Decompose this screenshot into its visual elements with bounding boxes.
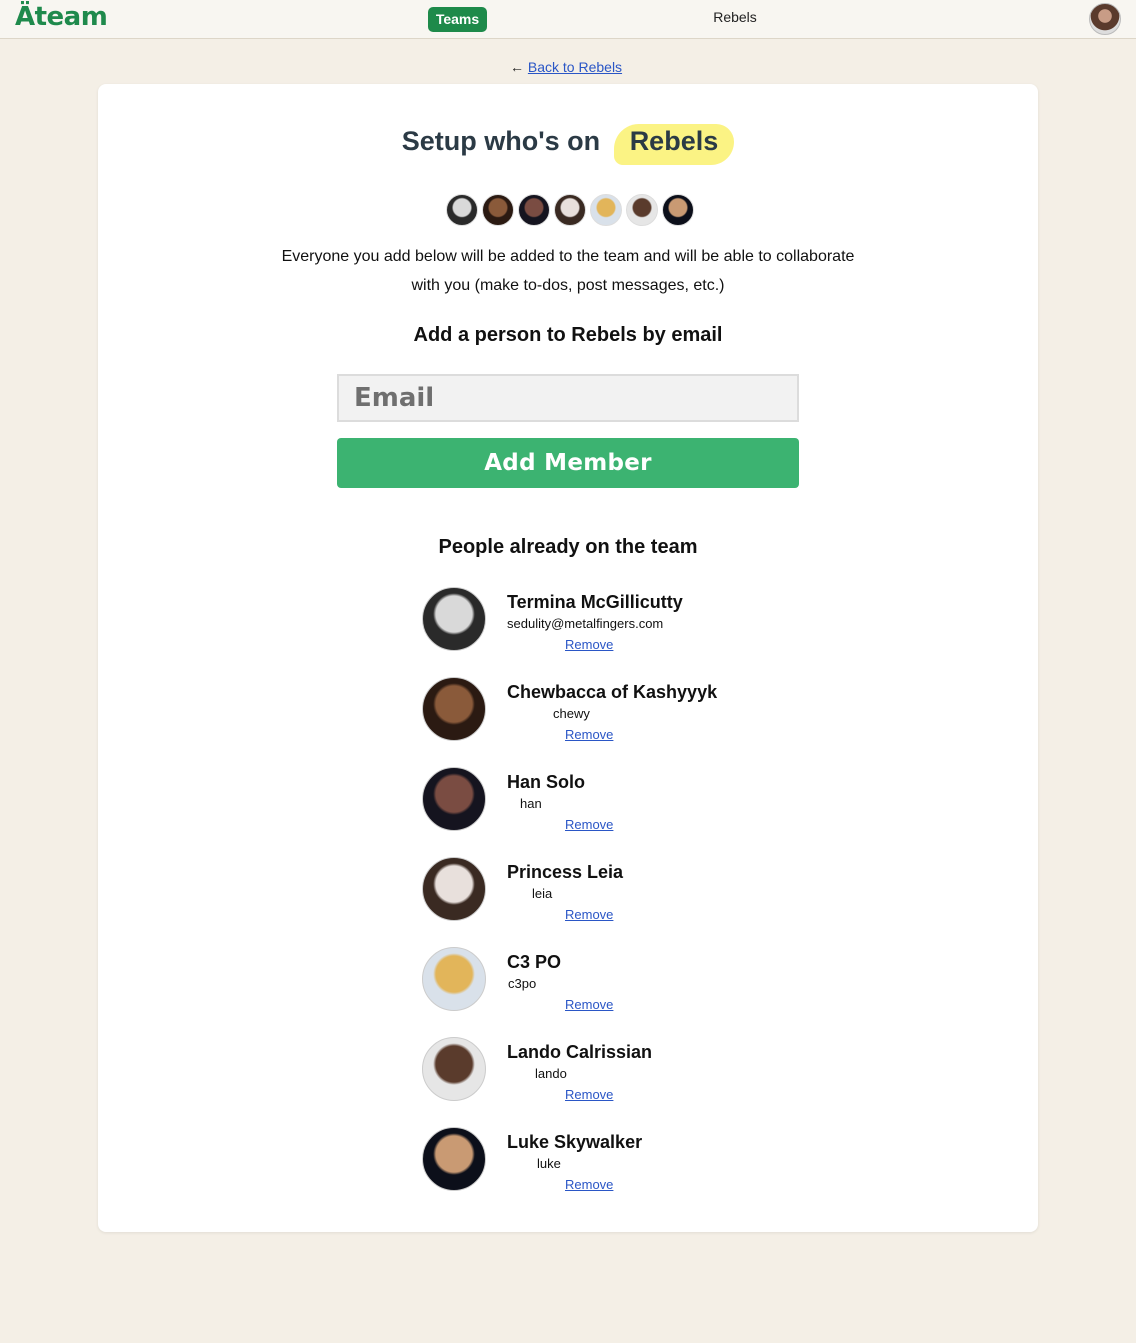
member-name: Han Solo [507, 772, 586, 792]
member-handle: luke [537, 1156, 561, 1171]
member-avatar-mini [554, 194, 586, 226]
member-avatar [422, 767, 486, 831]
remove-member-link[interactable]: Remove [565, 1177, 613, 1192]
intro-text: Everyone you add below will be added to … [281, 248, 855, 294]
remove-member-link[interactable]: Remove [565, 1087, 613, 1102]
member-avatar [422, 677, 486, 741]
member-row: Luke Skywalker luke Remove [422, 1127, 782, 1197]
member-row: Princess Leia leia Remove [422, 857, 782, 927]
member-avatar [422, 587, 486, 651]
member-row: Chewbacca of Kashyyyk chewy Remove [422, 677, 782, 747]
current-team-link[interactable]: Rebels [700, 9, 770, 25]
member-row: Termina McGillicutty sedulity@metalfinger… [422, 587, 782, 657]
member-avatar-mini [518, 194, 550, 226]
member-name: Termina McGillicutty [507, 592, 683, 612]
member-row: Han Solo han Remove [422, 767, 782, 837]
team-name-badge: Rebels [613, 124, 735, 165]
member-handle: lando [535, 1066, 567, 1081]
member-avatar-mini [626, 194, 658, 226]
app-logo[interactable]: Äteam [15, 2, 108, 32]
member-handle: han [520, 796, 542, 811]
member-handle: c3po [508, 976, 537, 991]
remove-member-link[interactable]: Remove [565, 817, 613, 832]
back-link: ← Back to Rebels [510, 59, 622, 75]
add-person-title: Add a person to Rebels by email [413, 324, 723, 346]
remove-member-link[interactable]: Remove [565, 907, 613, 922]
page-title-prefix: Setup who's on [401, 126, 601, 156]
member-name: Lando Calrissian [507, 1042, 653, 1062]
user-avatar[interactable] [1089, 3, 1121, 35]
member-avatar-strip [446, 194, 696, 228]
member-avatar [422, 947, 486, 1011]
member-row: Lando Calrissian lando Remove [422, 1037, 782, 1107]
member-avatar-mini [662, 194, 694, 226]
member-handle: chewy [553, 706, 590, 721]
people-list-title: People already on the team [438, 536, 698, 558]
top-nav: Äteam Teams Rebels [0, 0, 1136, 39]
remove-member-link[interactable]: Remove [565, 637, 613, 652]
member-name: C3 PO [507, 952, 562, 972]
member-name: Chewbacca of Kashyyyk [507, 682, 718, 702]
member-name: Princess Leia [507, 862, 624, 882]
email-input[interactable] [337, 374, 799, 422]
back-arrow-icon: ← [510, 59, 524, 75]
member-handle: sedulity@metalfingers.com [507, 616, 664, 631]
member-avatar-mini [482, 194, 514, 226]
member-avatar-mini [446, 194, 478, 226]
page-title: Setup who's on Rebels [98, 124, 1038, 165]
member-row: C3 PO c3po Remove [422, 947, 782, 1017]
member-avatar [422, 1127, 486, 1191]
remove-member-link[interactable]: Remove [565, 997, 613, 1012]
member-avatar [422, 857, 486, 921]
member-avatar-mini [590, 194, 622, 226]
back-to-team-link[interactable]: Back to Rebels [528, 59, 622, 75]
member-name: Luke Skywalker [507, 1132, 643, 1152]
member-avatar [422, 1037, 486, 1101]
add-member-button[interactable]: Add Member [337, 438, 799, 488]
teams-button[interactable]: Teams [428, 7, 487, 32]
remove-member-link[interactable]: Remove [565, 727, 613, 742]
setup-card: Setup who's on Rebels Everyone you add b… [98, 84, 1038, 1232]
member-handle: leia [532, 886, 553, 901]
